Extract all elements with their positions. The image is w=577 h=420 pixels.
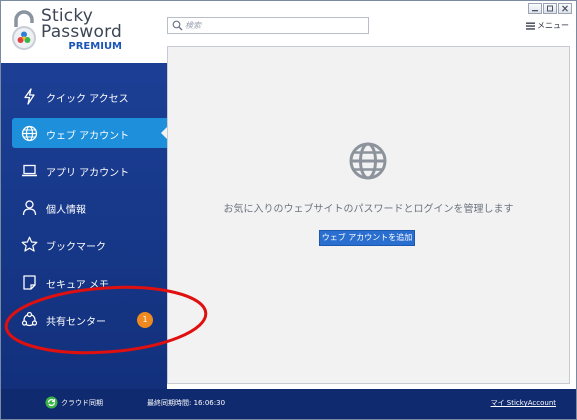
minimize-icon [532,10,538,12]
menu-button[interactable]: メニュー [526,20,569,31]
hamburger-icon [526,22,535,30]
window-controls [527,3,572,14]
menu-label: メニュー [537,21,569,30]
globe-icon [349,142,387,180]
empty-state-message: お気に入りのウェブサイトのパスワードとログインを管理します [223,204,514,215]
sidebar-item-bookmarks[interactable]: ブックマーク [1,229,167,259]
main-panel: お気に入りのウェブサイトのパスワードとログインを管理します ウェブ アカウントを… [167,46,570,384]
sidebar-item-label: アプリ アカウント [46,168,130,179]
footer: クラウド同期 最終同期時間: 16:06:30 マイ StickyAccount [1,389,576,419]
sidebar-item-label: セキュア メモ [46,280,109,291]
logo-text-password: Password [41,22,123,42]
add-web-account-button[interactable]: ウェブ アカウントを追加 [319,230,415,246]
app-logo: Sticky Password PREMIUM [41,8,122,53]
maximize-button[interactable] [543,3,557,14]
search-icon [172,20,183,31]
sidebar-item-label: ブックマーク [46,242,106,253]
sidebar-item-sharing-center[interactable]: 共有センター 1 [1,304,167,334]
close-button[interactable] [558,3,572,14]
globe-icon [21,125,38,142]
note-icon [23,275,36,290]
person-icon [22,200,37,216]
sync-icon [45,396,58,409]
sidebar-item-quick-access[interactable]: クイック アクセス [1,81,167,111]
maximize-icon [547,5,553,12]
sync-label: クラウド同期 [61,398,103,407]
close-icon [562,5,568,12]
sidebar-item-label: ウェブ アカウント [46,131,130,142]
lightning-icon [24,88,35,105]
sidebar-item-label: クイック アクセス [46,94,129,105]
cloud-sync-button[interactable]: クラウド同期 [45,396,103,409]
sidebar-item-web-accounts[interactable]: ウェブ アカウント [12,118,167,148]
last-sync-time: 最終同期時間: 16:06:30 [147,399,226,407]
share-icon [21,311,38,327]
sidebar-item-label: 共有センター [46,317,106,328]
sidebar-item-app-accounts[interactable]: アプリ アカウント [1,155,167,185]
sidebar-item-secure-memo[interactable]: セキュア メモ [1,267,167,297]
star-icon [21,236,38,252]
sidebar-item-personal-info[interactable]: 個人情報 [1,192,167,222]
sidebar-item-label: 個人情報 [46,205,86,216]
lock-logo-icon [12,10,36,50]
app-window: Sticky Password PREMIUM 検索 メニュー お気に入りのウェ… [0,0,577,420]
search-box[interactable] [167,17,369,34]
logo-text-premium: PREMIUM [68,41,123,52]
search-input[interactable] [185,18,365,33]
notification-badge: 1 [137,312,153,328]
sidebar: クイック アクセス ウェブ アカウント アプリ アカウント 個人情報 ブックマー… [1,63,167,389]
minimize-button[interactable] [528,3,542,14]
laptop-icon [22,164,37,177]
my-account-link[interactable]: マイ StickyAccount [491,398,556,408]
